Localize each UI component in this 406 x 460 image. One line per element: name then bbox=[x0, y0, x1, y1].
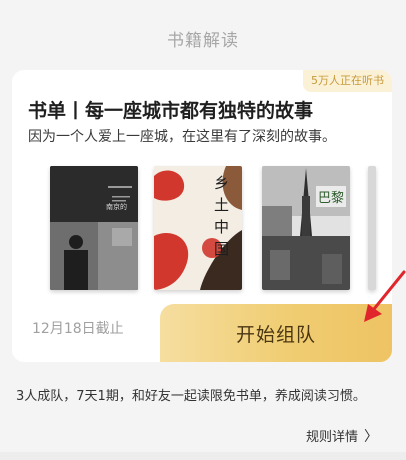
team-reading-description: 3人成队，7天1期，和好友一起读限免书单，养成阅读习惯。 bbox=[16, 389, 366, 404]
start-team-button[interactable]: 开始组队 bbox=[160, 304, 392, 362]
bottom-divider bbox=[0, 452, 406, 460]
book-cover-2[interactable]: 乡土中国 bbox=[154, 166, 242, 290]
book-cover-1[interactable]: 南京的 bbox=[50, 166, 138, 290]
listener-count-badge: 5万人正在听书 bbox=[303, 70, 392, 92]
book-cover-row: 南京的 乡土中国 巴黎 bbox=[48, 166, 392, 296]
red-pointer-arrow-icon bbox=[364, 270, 406, 322]
deadline-label: 12月18日截止 bbox=[32, 321, 124, 337]
section-title: 书籍解读 bbox=[167, 31, 239, 51]
booklist-card[interactable]: 5万人正在听书 书单丨每一座城市都有独特的故事 因为一个人爱上一座城，在这里有了… bbox=[12, 70, 392, 362]
book-cover-2-title: 乡土中国 bbox=[214, 174, 230, 258]
book-cover-1-art bbox=[50, 166, 138, 290]
card-title: 书单丨每一座城市都有独特的故事 bbox=[28, 100, 314, 122]
rules-detail-link[interactable]: 规则详情〉 bbox=[306, 426, 378, 446]
chevron-right-icon: 〉 bbox=[364, 429, 378, 445]
book-cover-3-art bbox=[262, 166, 350, 290]
book-cover-3-title: 巴黎 bbox=[316, 186, 347, 207]
book-cover-1-title: 南京的 bbox=[106, 203, 127, 211]
card-footer: 12月18日截止 开始组队 bbox=[12, 298, 392, 362]
rules-detail-label: 规则详情 bbox=[305, 430, 358, 445]
book-cover-3[interactable]: 巴黎 bbox=[262, 166, 350, 290]
card-subtitle: 因为一个人爱上一座城，在这里有了深刻的故事。 bbox=[28, 129, 336, 145]
